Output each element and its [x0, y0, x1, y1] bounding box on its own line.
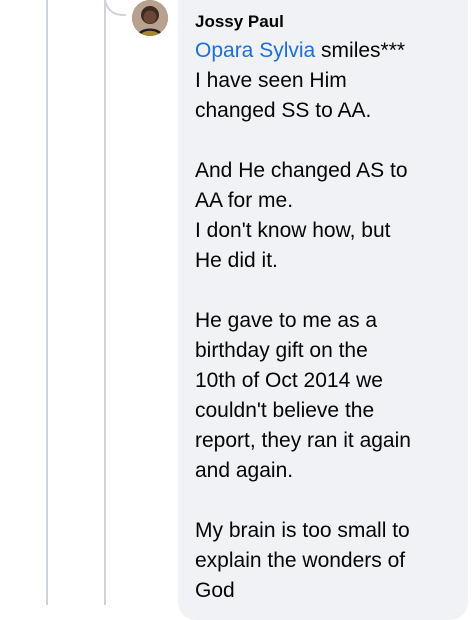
thread-line-outer	[46, 0, 48, 605]
avatar-photo-icon	[132, 0, 168, 36]
thread-connector	[104, 0, 126, 16]
comment-bubble: Jossy Paul Opara Sylvia smiles*** I have…	[178, 0, 468, 620]
comment-text: Opara Sylvia smiles*** I have seen Him c…	[195, 36, 452, 606]
thread-line-inner	[104, 0, 106, 605]
avatar[interactable]	[132, 0, 168, 36]
comment-body: smiles*** I have seen Him changed SS to …	[195, 39, 411, 602]
comment-author[interactable]: Jossy Paul	[195, 10, 452, 34]
mention-link[interactable]: Opara Sylvia	[195, 39, 315, 62]
